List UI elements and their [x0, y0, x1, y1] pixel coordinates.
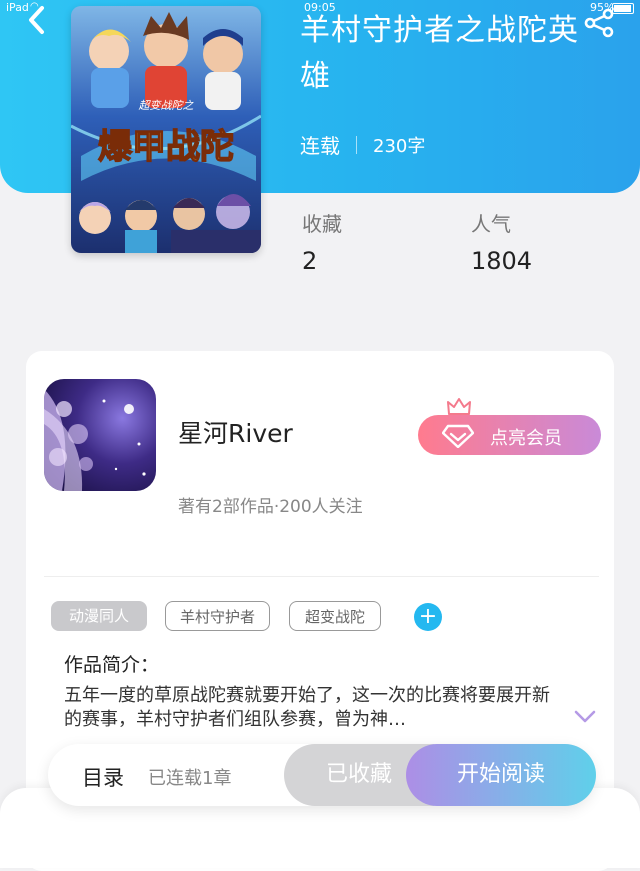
avatar[interactable] — [44, 379, 156, 491]
stat-label: 人气 — [471, 212, 511, 236]
tag-keyword[interactable]: 超变战陀 — [289, 601, 381, 631]
start-reading-button[interactable]: 开始阅读 — [406, 744, 596, 806]
book-meta: 连载 230字 — [300, 130, 425, 159]
synopsis-text: 五年一度的草原战陀赛就要开始了，这一次的比赛将要展开新的赛事，羊村守护者们组队参… — [64, 685, 550, 730]
chapter-status: 已连载1章 — [148, 768, 232, 789]
serial-status: 连载 — [300, 134, 340, 158]
vip-button-label: 点亮会员 — [490, 428, 562, 449]
expand-synopsis-button[interactable] — [574, 709, 596, 723]
cover-illustration: 超变战陀之 爆甲战陀 — [71, 6, 261, 253]
chevron-left-icon — [29, 6, 44, 34]
stat-popularity: 人气 1804 — [471, 208, 532, 275]
stat-label: 收藏 — [302, 212, 342, 236]
word-count: 230字 — [373, 135, 426, 157]
meta-divider — [356, 135, 357, 154]
stat-value: 2 — [302, 247, 318, 275]
vip-membership-button[interactable]: 点亮会员 — [418, 398, 601, 455]
add-tag-button[interactable]: + — [414, 603, 442, 631]
cover-title: 爆甲战陀 — [98, 127, 234, 167]
tag-keyword[interactable]: 羊村守护者 — [165, 601, 270, 631]
table-of-contents-button[interactable]: 目录 — [82, 762, 124, 792]
book-title: 羊村守护者之战陀英雄 — [300, 13, 579, 94]
divider — [44, 576, 599, 577]
chevron-down-icon — [574, 710, 596, 723]
synopsis-label: 作品简介： — [64, 654, 160, 676]
author-name[interactable]: 星河River — [178, 414, 293, 450]
diamond-icon — [442, 424, 474, 448]
stat-favorites: 收藏 2 — [302, 208, 342, 275]
cover-subtitle: 超变战陀之 — [139, 99, 195, 112]
back-button[interactable] — [22, 4, 52, 38]
avatar-galaxy-image — [44, 379, 156, 491]
bottom-action-bar: 目录 已连载1章 已收藏 开始阅读 — [48, 744, 596, 806]
crown-icon — [447, 398, 471, 415]
author-stats: 著有2部作品·200人关注 — [178, 497, 363, 517]
tag-genre[interactable]: 动漫同人 — [51, 601, 147, 631]
stat-value: 1804 — [471, 247, 533, 275]
book-cover-image[interactable]: 超变战陀之 爆甲战陀 — [71, 6, 261, 253]
